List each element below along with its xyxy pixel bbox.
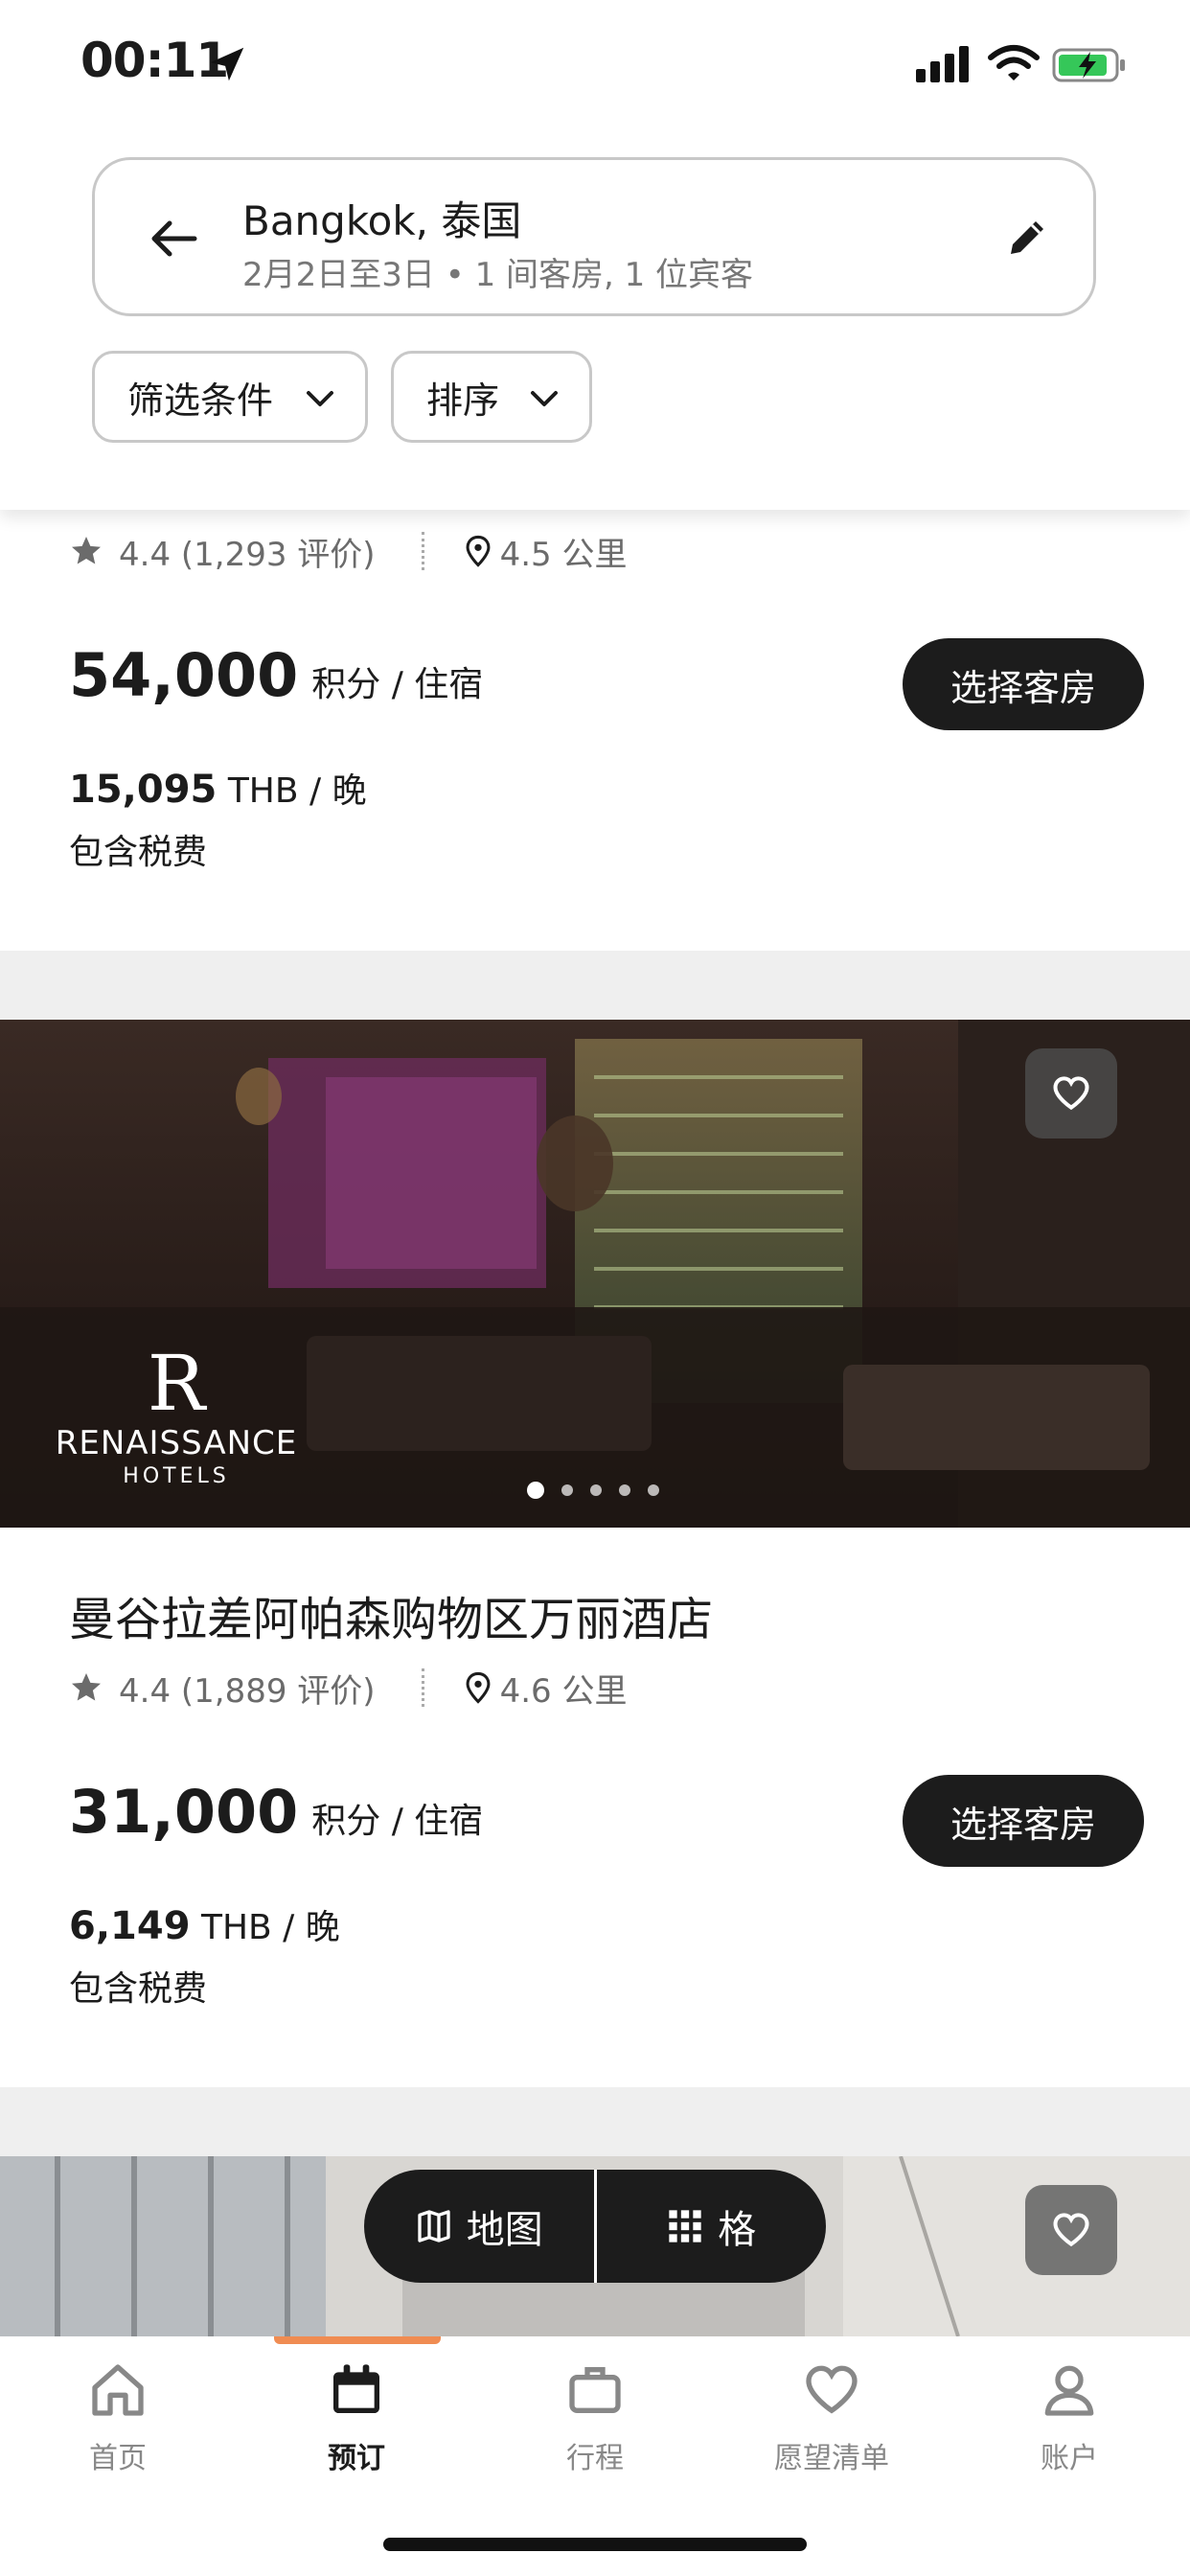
rate-unit: THB / 晚 <box>227 771 367 811</box>
select-room-button[interactable]: 选择客房 <box>903 1775 1144 1867</box>
hotel-points: 31,000 积分 / 住宿 <box>69 1777 483 1847</box>
nav-label: 预订 <box>328 2442 385 2475</box>
wishlist-button[interactable] <box>1025 2185 1117 2275</box>
brand-logo-initial: R <box>147 1339 206 1428</box>
search-dates-guests: 2月2日至3日 • 1 间客房, 1 位宾客 <box>242 256 754 294</box>
filter-label: 筛选条件 <box>127 379 274 422</box>
hotel-name[interactable]: 曼谷拉差阿帕森购物区万丽酒店 <box>69 1581 713 1648</box>
brand-logo-sub: HOTELS <box>123 1464 230 1488</box>
grid-view-button[interactable]: 格 <box>597 2170 827 2283</box>
location-pin-icon <box>466 1671 491 1704</box>
rate-value: 6,149 <box>69 1904 191 1948</box>
person-icon <box>1044 2365 1094 2416</box>
wifi-icon <box>988 45 1040 80</box>
view-toggle: 地图 格 <box>364 2170 826 2283</box>
points-unit: 积分 / 住宿 <box>311 1802 484 1841</box>
hotel-points: 54,000 积分 / 住宿 <box>69 640 483 710</box>
hotel-distance: 4.5 公里 <box>499 535 628 574</box>
hotel-photo-carousel[interactable]: R RENAISSANCE HOTELS <box>0 1020 1190 1528</box>
search-header: Bangkok, 泰国 2月2日至3日 • 1 间客房, 1 位宾客 筛选条件 … <box>0 134 1190 510</box>
search-summary-box[interactable]: Bangkok, 泰国 2月2日至3日 • 1 间客房, 1 位宾客 <box>92 157 1096 316</box>
map-view-button[interactable]: 地图 <box>364 2170 594 2283</box>
map-icon <box>418 2210 450 2242</box>
star-icon <box>72 1673 101 1701</box>
home-indicator[interactable] <box>383 2538 807 2551</box>
grid-icon <box>669 2210 701 2242</box>
star-icon <box>72 537 101 564</box>
carousel-dot <box>619 1484 630 1496</box>
active-tab-indicator <box>274 2336 441 2344</box>
map-view-label: 地图 <box>466 2208 543 2252</box>
points-value: 54,000 <box>69 640 299 710</box>
wishlist-button[interactable] <box>1025 1048 1117 1138</box>
location-arrow-icon <box>210 47 244 81</box>
carousel-dot <box>527 1482 544 1499</box>
divider <box>421 1668 427 1707</box>
nav-label: 账户 <box>1041 2442 1098 2475</box>
tax-note: 包含税费 <box>69 1969 208 2009</box>
hotel-rating-row: 4.4 (1,889 评价) 4.6 公里 <box>69 1664 627 1712</box>
heart-icon <box>1053 1076 1089 1111</box>
battery-charging-icon <box>1052 48 1125 82</box>
calendar-icon <box>333 2364 379 2413</box>
cellular-signal-icon <box>916 46 969 82</box>
pencil-icon[interactable] <box>1003 214 1051 262</box>
nav-label: 首页 <box>89 2442 147 2475</box>
status-bar: 00:11 <box>0 0 1190 134</box>
card-separator <box>0 2087 1190 2156</box>
points-unit: 积分 / 住宿 <box>311 665 484 704</box>
briefcase-icon <box>569 2367 621 2413</box>
home-icon <box>92 2364 144 2416</box>
carousel-dot <box>648 1484 659 1496</box>
hotel-rating: 4.4 (1,293 评价) <box>119 535 376 574</box>
brand-logo: R RENAISSANCE HOTELS <box>42 1339 310 1489</box>
nav-label: 愿望清单 <box>774 2442 889 2475</box>
chevron-down-icon <box>307 391 333 406</box>
nav-item-home[interactable]: 首页 <box>22 2359 214 2476</box>
hotel-rating: 4.4 (1,889 评价) <box>119 1671 376 1711</box>
points-value: 31,000 <box>69 1777 299 1847</box>
sort-button[interactable]: 排序 <box>391 351 592 443</box>
carousel-dot <box>590 1484 602 1496</box>
card-separator <box>0 951 1190 1020</box>
nav-item-wishlist[interactable]: 愿望清单 <box>736 2359 927 2476</box>
carousel-indicator <box>527 1482 676 1499</box>
nav-item-account[interactable]: 账户 <box>973 2359 1165 2476</box>
search-destination: Bangkok, 泰国 <box>242 197 522 244</box>
hotel-cash-rate: 15,095 THB / 晚 <box>69 763 367 813</box>
hotel-distance: 4.6 公里 <box>499 1671 628 1711</box>
hotel-cash-rate: 6,149 THB / 晚 <box>69 1899 340 1949</box>
heart-icon <box>806 2365 858 2414</box>
rate-value: 15,095 <box>69 768 217 812</box>
chevron-down-icon <box>531 391 558 406</box>
divider <box>421 532 427 570</box>
select-room-button[interactable]: 选择客房 <box>903 638 1144 730</box>
filter-button[interactable]: 筛选条件 <box>92 351 368 443</box>
grid-view-label: 格 <box>718 2208 757 2252</box>
heart-icon <box>1053 2213 1089 2247</box>
nav-item-book[interactable]: 预订 <box>261 2359 452 2476</box>
brand-logo-name: RENAISSANCE <box>55 1424 298 1462</box>
hotel-rating-row: 4.4 (1,293 评价) 4.5 公里 <box>69 527 627 575</box>
location-pin-icon <box>466 535 491 567</box>
carousel-dot <box>561 1484 573 1496</box>
sort-label: 排序 <box>426 379 500 422</box>
nav-label: 行程 <box>566 2442 624 2475</box>
nav-item-trips[interactable]: 行程 <box>499 2359 691 2476</box>
back-arrow-icon[interactable] <box>145 210 202 267</box>
rate-unit: THB / 晚 <box>200 1908 340 1947</box>
tax-note: 包含税费 <box>69 833 208 872</box>
